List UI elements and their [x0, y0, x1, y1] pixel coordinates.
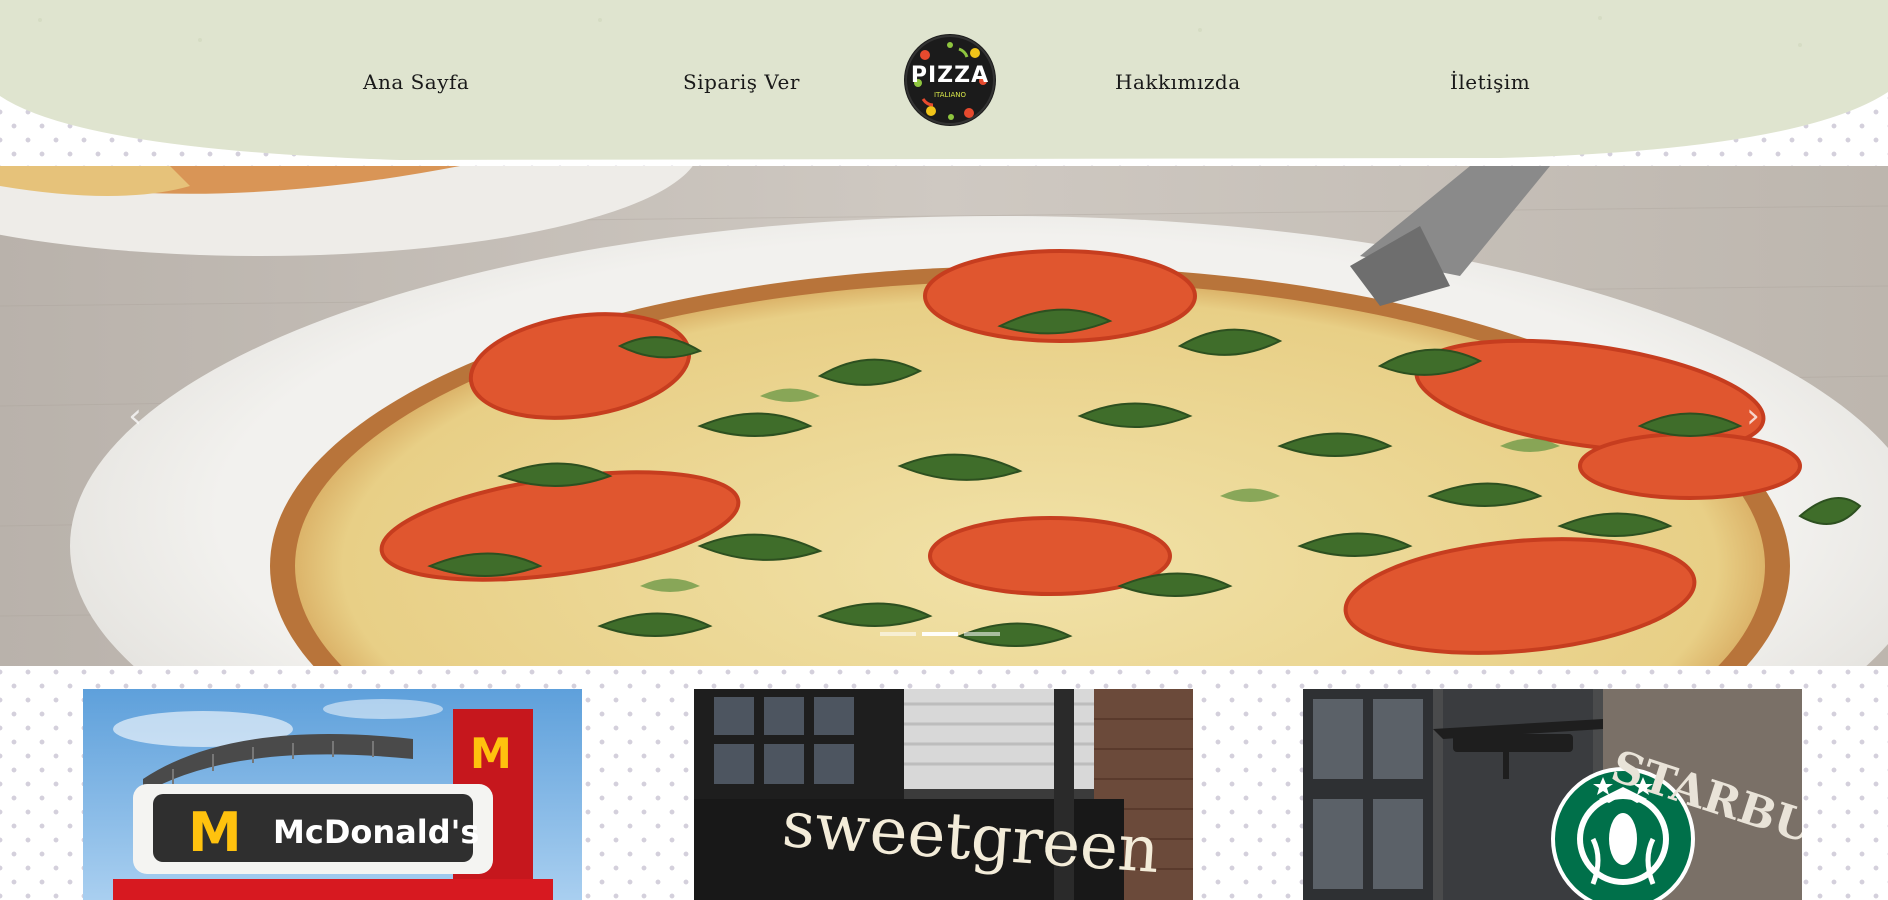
nav-home[interactable]: Ana Sayfa	[363, 70, 469, 94]
mcdonalds-image	[83, 689, 582, 900]
logo-subtitle: ITALIANO	[933, 91, 967, 99]
carousel-indicator-2[interactable]	[922, 632, 958, 636]
carousel-indicator-1[interactable]	[880, 632, 916, 636]
nav-order[interactable]: Sipariş Ver	[683, 70, 800, 94]
card-sweetgreen[interactable]: sweetgreen	[694, 689, 1193, 900]
carousel-next-button[interactable]: ›	[1738, 396, 1768, 436]
carousel-indicator-3[interactable]	[964, 632, 1000, 636]
card-starbucks[interactable]: STARBUCKS	[1303, 689, 1802, 900]
logo-title: PIZZA	[910, 63, 990, 88]
mcdonalds-sign-text: McDonald's	[273, 813, 480, 851]
site-header: Ana Sayfa Sipariş Ver PIZZA ITALIANO Hak…	[0, 0, 1888, 166]
hero-carousel: ‹ ›	[0, 166, 1888, 666]
hero-pizza-image	[0, 166, 1888, 666]
mcdonalds-arch-logo: M	[188, 801, 242, 864]
mcdonalds-pylon-logo: M	[470, 729, 512, 778]
carousel-indicators	[880, 632, 1000, 636]
nav-about[interactable]: Hakkımızda	[1115, 70, 1241, 94]
card-mcdonalds[interactable]: M McDonald's M	[83, 689, 582, 900]
pizza-logo[interactable]: PIZZA ITALIANO	[903, 33, 997, 127]
carousel-prev-button[interactable]: ‹	[120, 396, 150, 436]
nav-contact[interactable]: İletişim	[1450, 70, 1530, 94]
